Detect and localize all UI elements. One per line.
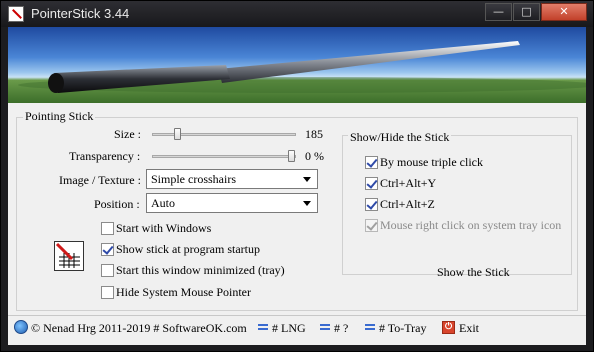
minimize-button[interactable]: — <box>485 3 512 21</box>
to-tray-menu[interactable]: # To-Tray <box>379 321 427 336</box>
start-with-windows-label[interactable]: Start with Windows <box>116 221 211 236</box>
image-texture-dropdown[interactable]: Simple crosshairs <box>146 169 318 189</box>
tray-right-click-checkbox <box>365 219 378 232</box>
position-selected: Auto <box>151 196 175 210</box>
transparency-value: 0 % <box>305 149 324 163</box>
transparency-label: Transparency : <box>69 149 141 163</box>
pointerstick-window: PointerStick 3.44 — □ ✕ Pointing Stick S… <box>0 0 594 352</box>
image-texture-label: Image / Texture : <box>59 173 141 187</box>
settings-panel: Pointing Stick Size : 185 Transparency :… <box>8 103 586 345</box>
transparency-slider-track[interactable] <box>152 155 296 158</box>
globe-icon <box>14 320 28 334</box>
image-texture-selected: Simple crosshairs <box>151 172 236 186</box>
chevron-down-icon <box>303 201 311 206</box>
show-the-stick-button[interactable]: Show the Stick <box>437 265 510 280</box>
start-minimized-checkbox[interactable] <box>101 264 114 277</box>
app-icon <box>8 6 24 22</box>
tray-right-click-label: Mouse right click on system tray icon <box>380 218 562 232</box>
hide-system-pointer-label[interactable]: Hide System Mouse Pointer <box>116 285 251 300</box>
start-minimized-label[interactable]: Start this window minimized (tray) <box>116 263 285 278</box>
chevron-down-icon <box>303 177 311 182</box>
crosshair-logo-icon <box>54 241 84 271</box>
client-area: Pointing Stick Size : 185 Transparency :… <box>8 27 586 345</box>
softwareok-link[interactable]: © Nenad Hrg 2011-2019 # SoftwareOK.com <box>31 321 247 336</box>
close-button[interactable]: ✕ <box>541 3 587 21</box>
banner <box>8 27 586 103</box>
triple-click-checkbox[interactable] <box>365 156 378 169</box>
maximize-button[interactable]: □ <box>513 3 540 21</box>
ctrl-alt-y-label[interactable]: Ctrl+Alt+Y <box>380 176 436 191</box>
footer-divider <box>8 315 586 316</box>
show-stick-at-startup-label[interactable]: Show stick at program startup <box>116 242 260 257</box>
menu-icon <box>365 324 375 332</box>
size-slider-thumb[interactable] <box>173 128 181 140</box>
show-stick-at-startup-checkbox[interactable] <box>101 243 114 256</box>
title-bar[interactable]: PointerStick 3.44 — □ ✕ <box>1 1 593 27</box>
ctrl-alt-y-checkbox[interactable] <box>365 177 378 190</box>
window-title: PointerStick 3.44 <box>31 6 130 21</box>
exit-button[interactable]: Exit <box>459 321 479 336</box>
menu-icon <box>320 324 330 332</box>
position-label: Position : <box>94 197 140 211</box>
ctrl-alt-z-label[interactable]: Ctrl+Alt+Z <box>380 197 435 212</box>
ctrl-alt-z-checkbox[interactable] <box>365 198 378 211</box>
lng-menu[interactable]: # LNG <box>272 321 306 336</box>
transparency-slider-thumb[interactable] <box>287 150 295 162</box>
size-label: Size : <box>114 127 141 141</box>
help-menu[interactable]: # ? <box>334 321 348 336</box>
triple-click-label[interactable]: By mouse triple click <box>380 155 483 170</box>
exit-icon: ⏻ <box>442 321 455 334</box>
hide-system-pointer-checkbox[interactable] <box>101 286 114 299</box>
size-value: 185 <box>305 127 323 141</box>
position-dropdown[interactable]: Auto <box>146 193 318 213</box>
pointing-stick-group-label: Pointing Stick <box>23 109 96 124</box>
start-with-windows-checkbox[interactable] <box>101 222 114 235</box>
menu-icon <box>258 324 268 332</box>
banner-stick-image <box>18 41 586 93</box>
show-hide-group-label: Show/Hide the Stick <box>348 130 452 145</box>
